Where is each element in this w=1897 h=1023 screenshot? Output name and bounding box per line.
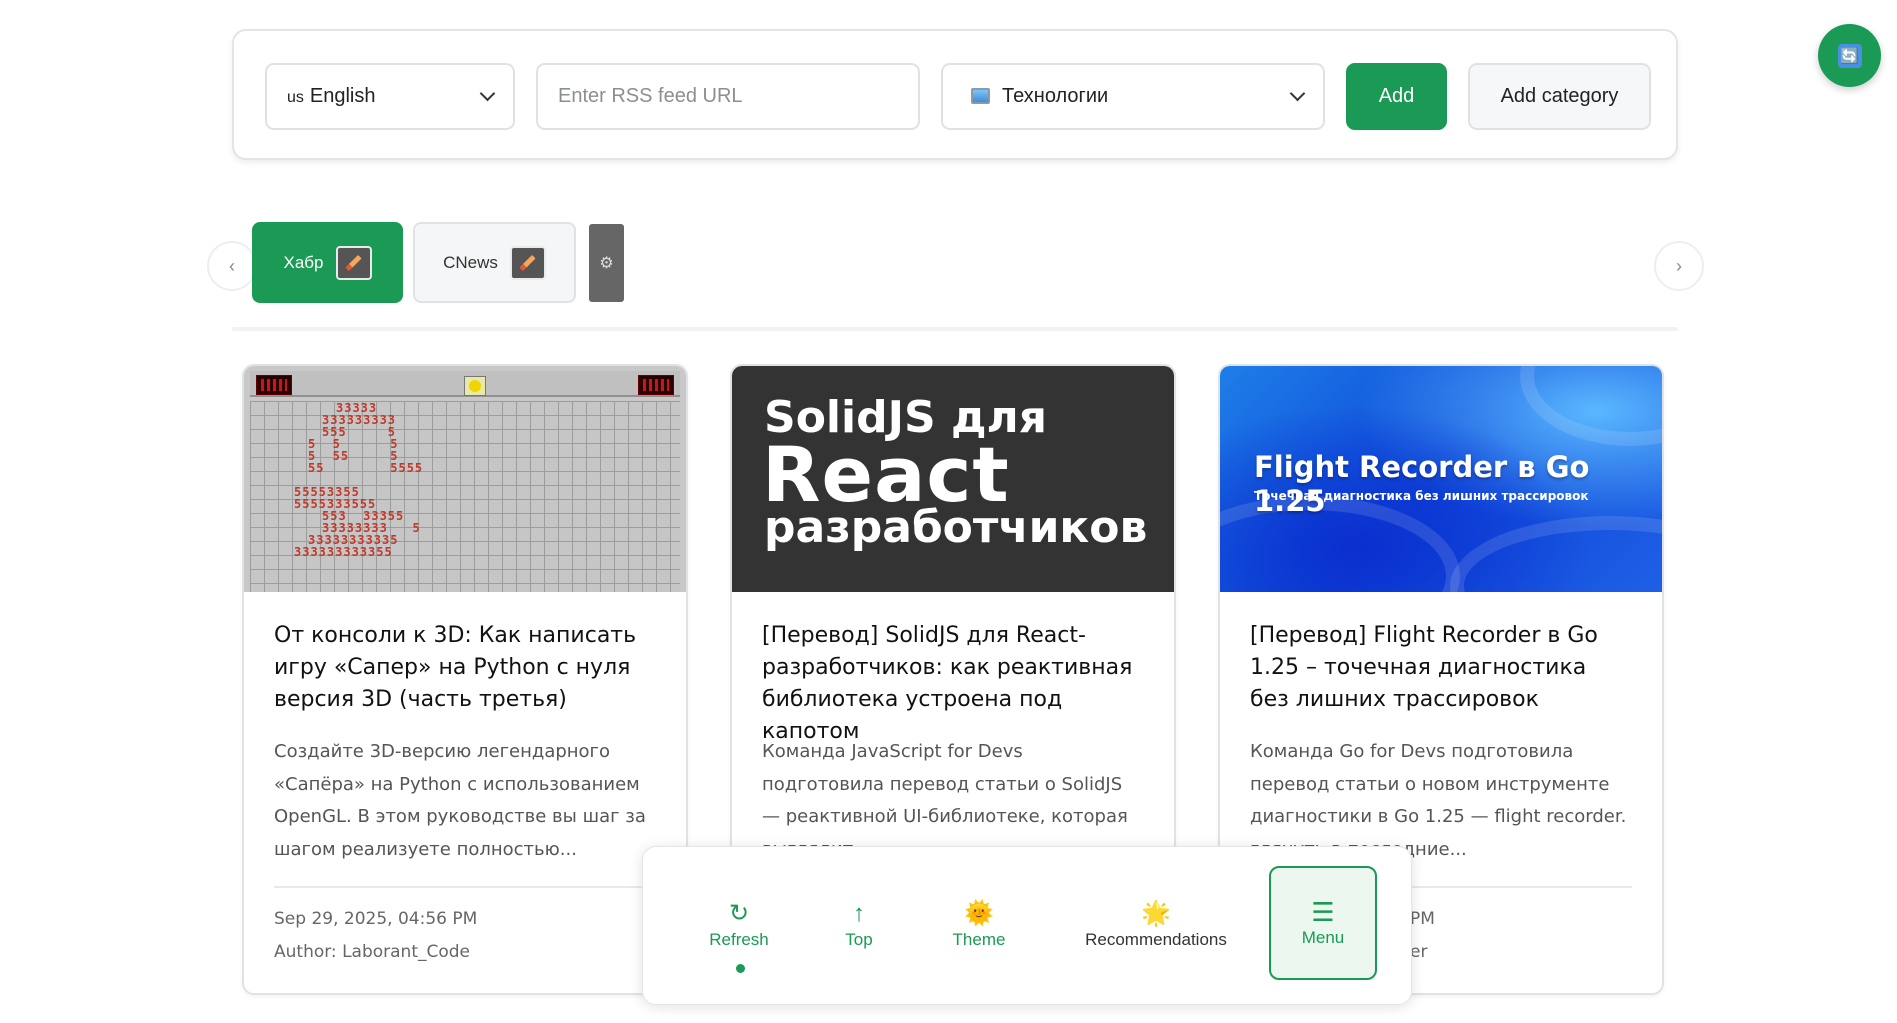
smiley-icon: [464, 376, 486, 396]
refresh-icon: 🔄: [1837, 43, 1862, 68]
minesweeper-header: [250, 371, 680, 397]
theme-label: Theme: [952, 930, 1006, 949]
us-flag-icon: us: [287, 89, 304, 106]
article-title[interactable]: [Перевод] SolidJS для React-разработчико…: [762, 620, 1144, 744]
category-select[interactable]: Технологии: [941, 63, 1325, 130]
source-tab-habr[interactable]: Хабр: [252, 222, 403, 303]
arrow-up-icon: ↑: [853, 900, 865, 927]
minesweeper-grid: 33333 333333333 555 5 5 5 5 5 55 5 55 55…: [250, 401, 680, 592]
image-subtitle: Точечная диагностика без лишних трассиро…: [1254, 489, 1589, 503]
article-image-solidjs: SolidJS для React разработчиков: [732, 366, 1174, 592]
sun-icon: 🌞: [964, 900, 994, 927]
bottom-navigation: ↻ Refresh ↑ Top 🌞 Theme 🌟 Recommendation…: [642, 846, 1412, 1005]
refresh-button[interactable]: ↻ Refresh: [707, 901, 771, 950]
sources-prev-button[interactable]: ‹: [207, 241, 257, 291]
language-value: us English: [287, 85, 376, 107]
article-title[interactable]: [Перевод] Flight Recorder в Go 1.25 – то…: [1250, 620, 1632, 716]
language-select[interactable]: us English: [265, 63, 515, 130]
rss-url-input[interactable]: Enter RSS feed URL: [536, 63, 920, 130]
source-label: Хабр: [283, 252, 324, 272]
pencil-icon[interactable]: [509, 245, 546, 280]
article-title[interactable]: От консоли к 3D: Как написать игру «Сапе…: [274, 620, 656, 716]
gear-icon[interactable]: ⚙: [589, 224, 624, 302]
star-icon: 🌟: [1141, 900, 1171, 927]
source-tab-cnews[interactable]: CNews: [413, 222, 576, 303]
sources-next-button[interactable]: ›: [1654, 241, 1704, 291]
recommendations-label: Recommendations: [1085, 930, 1227, 949]
article-image-minesweeper: 33333 333333333 555 5 5 5 5 5 55 5 55 55…: [244, 366, 686, 592]
active-indicator-dot: [736, 964, 745, 973]
divider: [232, 327, 1678, 331]
refresh-label: Refresh: [709, 930, 769, 949]
decorative-wave: [1520, 366, 1662, 446]
menu-label: Menu: [1301, 927, 1345, 947]
description-visible-text: Команда Go for Devs подготовила перевод …: [1250, 741, 1627, 827]
chevron-down-icon: [479, 85, 496, 102]
article-author: Author: Laborant_Code: [274, 942, 471, 962]
menu-button[interactable]: ☰ Menu: [1269, 866, 1377, 980]
article-image-flight-recorder: Flight Recorder в Go 1.25 Точечная диагн…: [1220, 366, 1662, 592]
computer-icon: [971, 88, 990, 104]
article-body: От консоли к 3D: Как написать игру «Сапе…: [244, 592, 686, 962]
refresh-icon: ↻: [728, 900, 750, 927]
divider: [274, 886, 656, 888]
scroll-top-button[interactable]: ↑ Top: [827, 901, 891, 950]
decorative-wave: [1450, 516, 1662, 592]
chevron-down-icon: [1289, 85, 1306, 102]
category-value: Технологии: [971, 85, 1108, 108]
timer-display: [638, 375, 674, 395]
menu-icon: ☰: [1311, 896, 1335, 927]
add-feed-button[interactable]: Add: [1346, 63, 1447, 130]
recommendations-button[interactable]: 🌟 Recommendations: [1081, 901, 1231, 950]
mine-counter: [256, 375, 292, 395]
image-title: Flight Recorder в Go 1.25: [1254, 450, 1590, 518]
article-description: Создайте 3D-версию легендарного «Сапёра»…: [274, 741, 646, 860]
source-label: CNews: [443, 252, 498, 272]
theme-button[interactable]: 🌞 Theme: [947, 901, 1011, 950]
article-date: Sep 29, 2025, 04:56 PM: [274, 909, 478, 929]
pencil-icon[interactable]: [335, 245, 372, 280]
image-text-line: разработчиков: [764, 502, 1148, 553]
article-card[interactable]: 33333 333333333 555 5 5 5 5 5 55 5 55 55…: [242, 364, 688, 995]
translate-fab-button[interactable]: 🔄: [1818, 24, 1881, 87]
feed-toolbar: us English Enter RSS feed URL Технологии …: [232, 29, 1678, 160]
add-category-button[interactable]: Add category: [1468, 63, 1651, 130]
top-label: Top: [845, 930, 873, 949]
article-body: [Перевод] SolidJS для React-разработчико…: [732, 592, 1174, 866]
